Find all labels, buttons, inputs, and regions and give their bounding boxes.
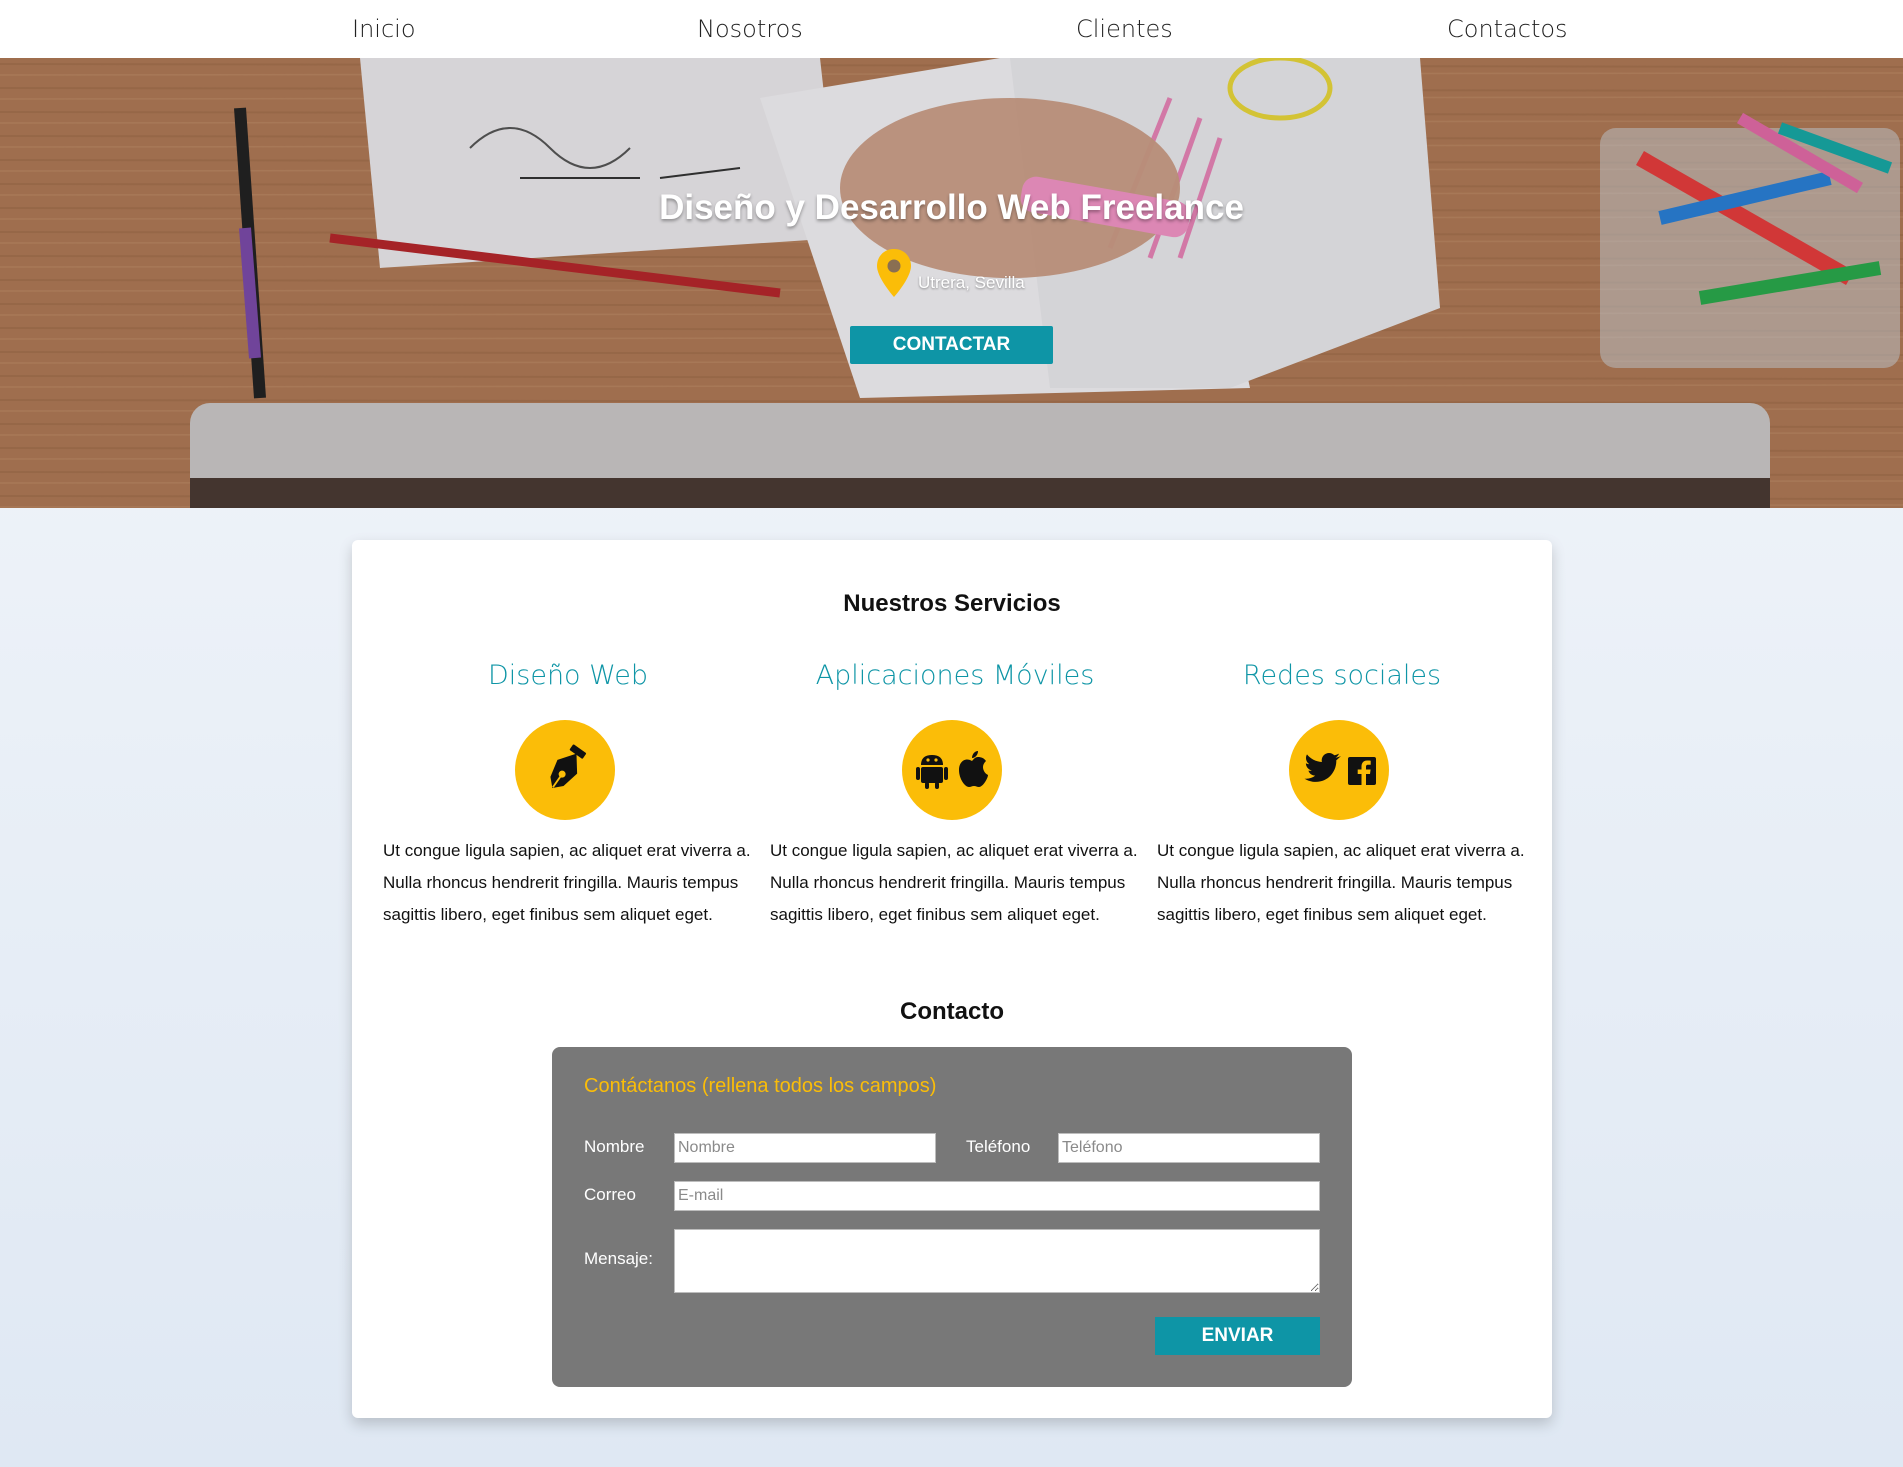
service-description: Ut congue ligula sapien, ac aliquet erat… xyxy=(1157,841,1525,924)
contact-title: Contacto xyxy=(900,998,1004,1025)
name-label: Nombre xyxy=(584,1137,645,1156)
twitter-icon xyxy=(1304,753,1341,782)
message-label: Mensaje: xyxy=(584,1249,653,1268)
message-textarea[interactable] xyxy=(674,1229,1320,1293)
send-button[interactable]: ENVIAR xyxy=(1155,1317,1320,1355)
service-description: Ut congue ligula sapien, ac aliquet erat… xyxy=(770,841,1138,924)
nav-link-nosotros[interactable]: Nosotros xyxy=(697,0,803,58)
service-card-aplicaciones-moviles: Aplicaciones Móviles Ut congue ligula sa… xyxy=(770,660,1140,924)
android-icon xyxy=(916,755,948,789)
email-input[interactable] xyxy=(674,1181,1320,1211)
apple-icon xyxy=(959,751,988,787)
service-card-diseno-web: Diseño Web Ut congue ligula sapien, ac a… xyxy=(383,660,753,924)
service-title: Redes sociales xyxy=(1242,660,1442,691)
service-icon-circle xyxy=(515,720,615,820)
hero-title: Diseño y Desarrollo Web Freelance xyxy=(659,188,1244,227)
service-card-redes-sociales: Redes sociales Ut congue ligula sapien, … xyxy=(1157,660,1527,924)
contactar-button[interactable]: CONTACTAR xyxy=(850,326,1053,364)
services-title: Nuestros Servicios xyxy=(843,590,1061,617)
service-title: Aplicaciones Móviles xyxy=(815,660,1095,691)
nav-link-clientes[interactable]: Clientes xyxy=(1076,0,1173,58)
service-description: Ut congue ligula sapien, ac aliquet erat… xyxy=(383,841,751,924)
service-icon-circle xyxy=(902,720,1002,820)
service-icons-group xyxy=(916,751,988,789)
facebook-icon xyxy=(1348,757,1376,785)
nav-link-inicio[interactable]: Inicio xyxy=(352,0,416,58)
main-card: Nuestros Servicios Diseño Web Ut congue … xyxy=(352,540,1552,1418)
hero-banner: Diseño y Desarrollo Web Freelance Utrera… xyxy=(0,58,1903,508)
contact-form: Contáctanos (rellena todos los campos) N… xyxy=(552,1047,1352,1387)
name-input[interactable] xyxy=(674,1133,936,1163)
phone-label: Teléfono xyxy=(966,1137,1031,1156)
pen-nib-icon xyxy=(550,744,587,789)
nav-link-contactos[interactable]: Contactos xyxy=(1447,0,1568,58)
service-icons-group xyxy=(1304,753,1376,785)
phone-input[interactable] xyxy=(1058,1133,1320,1163)
map-pin-icon xyxy=(877,249,911,297)
service-icon-circle xyxy=(1289,720,1389,820)
hero-location-text: Utrera, Sevilla xyxy=(918,273,1025,292)
form-title: Contáctanos (rellena todos los campos) xyxy=(584,1075,937,1097)
email-label: Correo xyxy=(584,1185,636,1204)
top-navbar: Inicio Nosotros Clientes Contactos xyxy=(0,0,1903,58)
service-title: Diseño Web xyxy=(487,660,649,691)
